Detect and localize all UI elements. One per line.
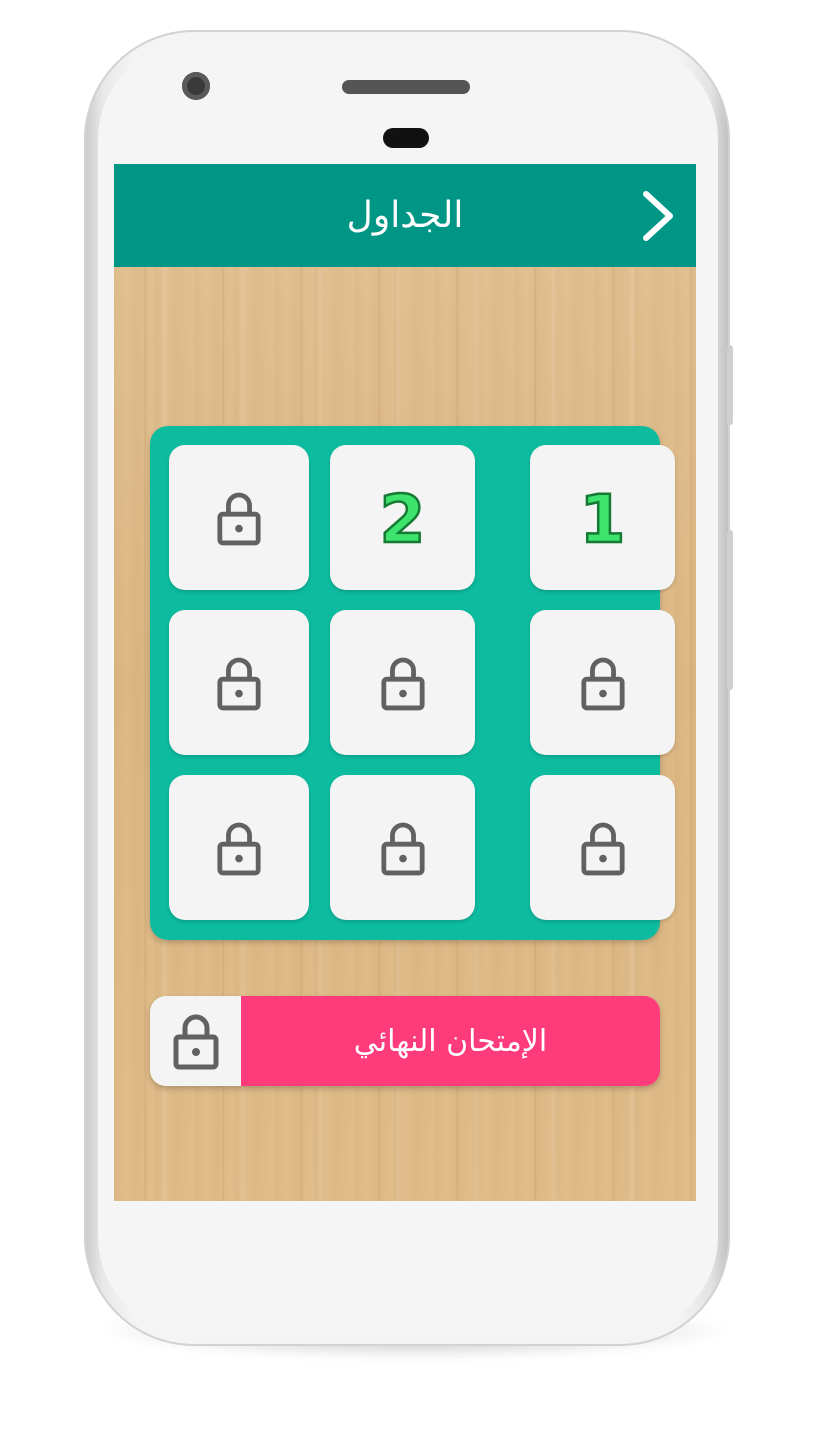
level-tile-locked[interactable]	[330, 610, 475, 755]
level-tile-locked[interactable]	[330, 775, 475, 920]
lock-icon	[173, 1014, 218, 1070]
level-number: 1	[578, 480, 626, 558]
lock-icon	[580, 822, 625, 875]
level-tile-locked[interactable]	[169, 445, 309, 590]
chevron-right-icon	[643, 191, 673, 241]
volume-button	[727, 345, 733, 425]
final-exam-button[interactable]: الإمتحان النهائي	[150, 996, 660, 1086]
lock-icon	[380, 657, 425, 710]
final-exam-label: الإمتحان النهائي	[353, 1023, 548, 1059]
level-number: 2	[378, 480, 426, 558]
level-tile[interactable]: 1	[530, 445, 675, 590]
app-bar: الجداول	[114, 164, 696, 267]
app-screen: الجداول 12 الإمتحان النهائي	[114, 164, 696, 1201]
front-camera	[182, 72, 210, 100]
lock-icon	[580, 657, 625, 710]
level-tile-locked[interactable]	[530, 775, 675, 920]
level-tile-locked[interactable]	[169, 610, 309, 755]
lock-icon	[217, 492, 261, 545]
page-title: الجداول	[346, 195, 464, 236]
proximity-sensor	[383, 128, 429, 148]
lock-icon	[217, 657, 261, 710]
lock-icon	[380, 822, 425, 875]
back-button[interactable]	[630, 184, 690, 248]
level-tile-locked[interactable]	[530, 610, 675, 755]
levels-grid: 12	[150, 426, 675, 940]
screenshot-stage: الجداول 12 الإمتحان النهائي	[0, 0, 816, 1437]
level-tile-locked[interactable]	[169, 775, 309, 920]
exam-label-area: الإمتحان النهائي	[241, 996, 660, 1086]
level-tile[interactable]: 2	[330, 445, 475, 590]
exam-lock-area	[150, 996, 241, 1086]
earpiece-speaker	[342, 80, 470, 94]
lock-icon	[217, 822, 261, 875]
power-button	[727, 530, 733, 690]
